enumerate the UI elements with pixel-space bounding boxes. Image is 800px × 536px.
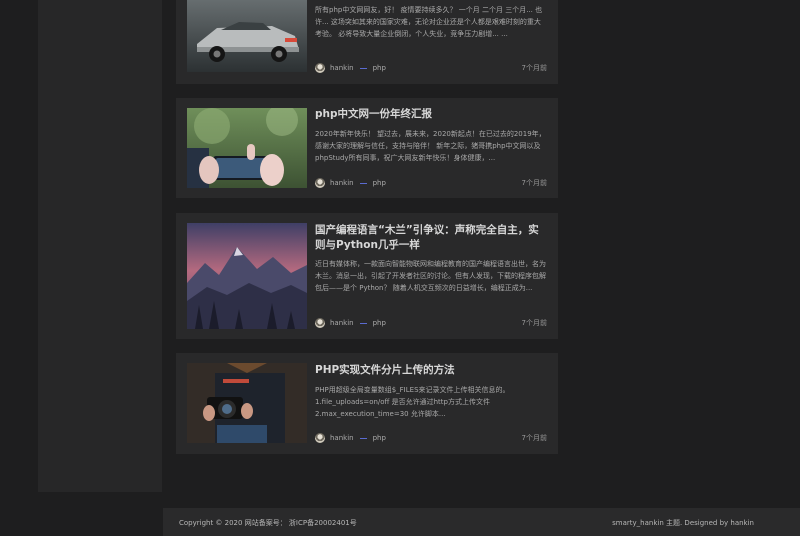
post-time: 7个月前 xyxy=(521,319,547,327)
post-excerpt: 近日有媒体称，一款面向智能物联网和编程教育的国产编程语言出世，名为木兰。消息一出… xyxy=(315,260,546,292)
camera-photo xyxy=(187,363,307,443)
post-card[interactable]: php中文网一份年终汇报 2020年新年快乐！ 望过去，展未来，2020新起点！… xyxy=(176,98,558,198)
post-category[interactable]: php xyxy=(373,179,386,187)
meta-separator xyxy=(359,322,367,324)
post-title[interactable]: PHP实现文件分片上传的方法 xyxy=(315,363,547,378)
post-card[interactable]: PHP实现文件分片上传的方法 PHP用超级全局变量数组$_FILES来记录文件上… xyxy=(176,353,558,454)
post-category[interactable]: php xyxy=(373,434,386,442)
meta-separator xyxy=(359,67,367,69)
post-time: 7个月前 xyxy=(521,434,547,442)
post-category[interactable]: php xyxy=(373,319,386,327)
post-category[interactable]: php xyxy=(373,64,386,72)
post-meta: hankin php 7个月前 xyxy=(315,432,547,444)
post-thumbnail[interactable] xyxy=(187,363,307,443)
post-author[interactable]: hankin xyxy=(330,319,354,327)
footer-copyright: Copyright © 2020 网站备案号： 浙ICP备20002401号 xyxy=(179,519,357,527)
left-sidebar xyxy=(38,0,162,492)
post-title[interactable]: php中文网一份年终汇报 xyxy=(315,107,547,122)
post-excerpt: PHP用超级全局变量数组$_FILES来记录文件上传相关信息的。 1.file_… xyxy=(315,386,510,418)
author-avatar xyxy=(315,318,325,328)
site-footer: Copyright © 2020 网站备案号： 浙ICP备20002401号 s… xyxy=(163,508,800,536)
post-title[interactable]: 国产编程语言“木兰”引争议：声称完全自主，实则与Python几乎一样 xyxy=(315,223,547,253)
post-card[interactable]: 所有php中文网网友，好！ 疫情要持续多久？ 一个月 二个月 三个月... 也许… xyxy=(176,0,558,84)
post-excerpt: 2020年新年快乐！ 望过去，展未来，2020新起点！在已过去的2019年，感谢… xyxy=(315,130,546,162)
page: 所有php中文网网友，好！ 疫情要持续多久？ 一个月 二个月 三个月... 也许… xyxy=(0,0,800,536)
post-thumbnail[interactable] xyxy=(187,108,307,188)
post-time: 7个月前 xyxy=(521,64,547,72)
author-avatar xyxy=(315,178,325,188)
meta-separator xyxy=(359,182,367,184)
post-author[interactable]: hankin xyxy=(330,64,354,72)
post-thumbnail[interactable] xyxy=(187,0,307,72)
author-avatar xyxy=(315,63,325,73)
post-time: 7个月前 xyxy=(521,179,547,187)
post-thumbnail[interactable] xyxy=(187,223,307,329)
post-meta: hankin php 7个月前 xyxy=(315,62,547,74)
mountain-photo xyxy=(187,223,307,329)
phone-photo xyxy=(187,108,307,188)
post-card[interactable]: 国产编程语言“木兰”引争议：声称完全自主，实则与Python几乎一样 近日有媒体… xyxy=(176,213,558,339)
post-author[interactable]: hankin xyxy=(330,179,354,187)
post-author[interactable]: hankin xyxy=(330,434,354,442)
car-photo xyxy=(187,0,307,72)
post-meta: hankin php 7个月前 xyxy=(315,177,547,189)
footer-credit: smarty_hankin 主题. Designed by hankin xyxy=(612,519,754,527)
post-excerpt: 所有php中文网网友，好！ 疫情要持续多久？ 一个月 二个月 三个月... 也许… xyxy=(315,6,543,38)
post-meta: hankin php 7个月前 xyxy=(315,317,547,329)
author-avatar xyxy=(315,433,325,443)
meta-separator xyxy=(359,437,367,439)
